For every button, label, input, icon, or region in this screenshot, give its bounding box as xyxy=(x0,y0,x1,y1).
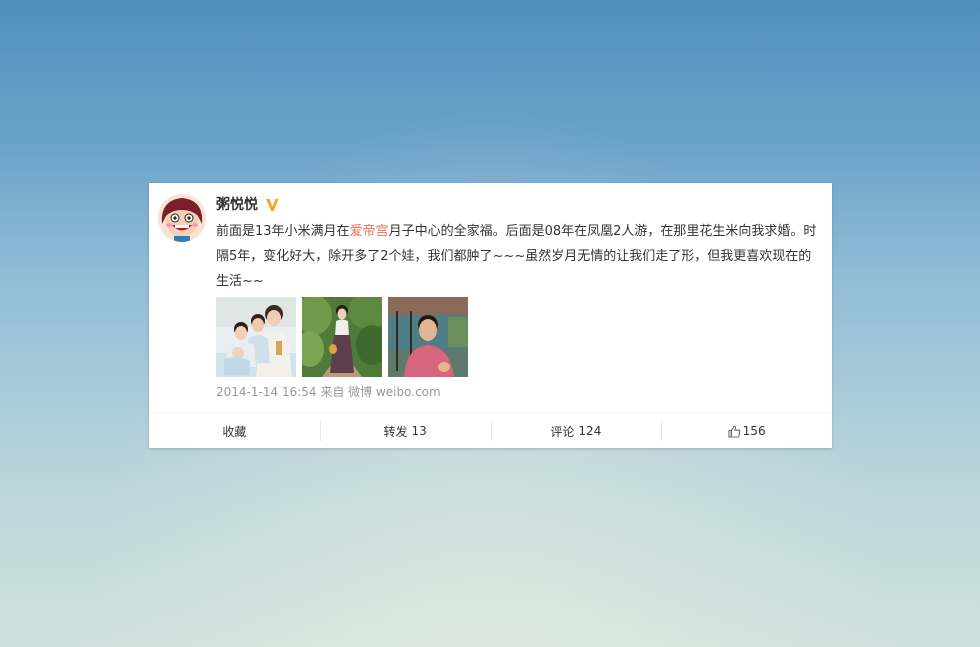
topic-link[interactable]: 爱帝宫 xyxy=(350,224,389,239)
weibo-post-card: 粥悦悦 前面是13年小米满月在爱帝宫月子中心的全家福。后面是08年在凤凰2人游，… xyxy=(149,183,832,448)
photo-thumbnail-family[interactable] xyxy=(216,297,296,377)
like-count: 156 xyxy=(742,424,766,438)
comment-count: 124 xyxy=(578,424,602,438)
post-source[interactable]: 微博 weibo.com xyxy=(348,385,441,399)
favorite-button[interactable]: 收藏 xyxy=(149,413,320,449)
post-timestamp[interactable]: 2014-1-14 16:54 xyxy=(216,385,317,399)
action-bar: 收藏 转发 13 评论 124 156 xyxy=(149,412,832,449)
post-text: 前面是13年小米满月在爱帝宫月子中心的全家福。后面是08年在凤凰2人游，在那里花… xyxy=(216,219,820,294)
thumbs-up-icon xyxy=(728,425,741,438)
avatar[interactable] xyxy=(158,194,206,242)
verified-v-icon xyxy=(266,199,279,211)
post-text-before-link: 前面是13年小米满月在 xyxy=(216,224,350,239)
photo-thumbnail-woman-in-garden[interactable] xyxy=(302,297,382,377)
comment-button[interactable]: 评论 124 xyxy=(490,413,662,449)
repost-button[interactable]: 转发 13 xyxy=(319,413,491,449)
username[interactable]: 粥悦悦 xyxy=(216,196,258,214)
like-button[interactable]: 156 xyxy=(661,413,832,449)
post-meta: 2014-1-14 16:54 来自 微博 weibo.com xyxy=(216,384,441,400)
repost-count: 13 xyxy=(411,424,427,438)
photo-thumbnail-man-outdoor[interactable] xyxy=(388,297,468,377)
comment-label: 评论 xyxy=(550,424,575,439)
repost-label: 转发 xyxy=(383,424,408,439)
source-prefix: 来自 xyxy=(320,385,345,399)
favorite-label: 收藏 xyxy=(222,424,247,439)
